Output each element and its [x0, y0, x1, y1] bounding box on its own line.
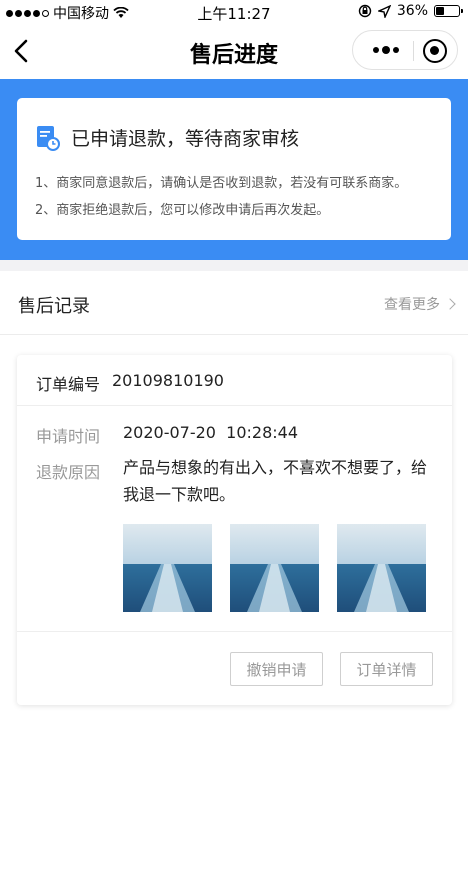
card-divider [17, 631, 452, 632]
refund-reason-label: 退款原因 [36, 463, 101, 482]
cancel-request-button[interactable]: 撤销申请 [230, 652, 323, 686]
view-more-link[interactable]: 查看更多 [384, 294, 456, 314]
order-detail-button[interactable]: 订单详情 [340, 652, 433, 686]
rotation-lock-icon [358, 4, 372, 18]
refund-status-card: 已申请退款，等待商家审核 1、商家同意退款后，请确认是否收到退款，若没有可联系商… [17, 98, 451, 240]
status-bar: 中国移动 上午11:27 36% [0, 0, 468, 24]
chevron-right-icon [444, 298, 456, 310]
status-right: 36% [358, 3, 463, 19]
battery-percent: 36% [396, 3, 428, 19]
location-arrow-icon [377, 4, 391, 18]
refund-reason-value: 产品与想象的有出入，不喜欢不想要了，给我退一下款吧。 [123, 458, 428, 504]
evidence-image-1[interactable] [123, 524, 212, 612]
battery-icon [434, 5, 463, 17]
more-dots-icon[interactable] [367, 31, 405, 69]
order-number-value: 20109810190 [112, 371, 224, 390]
order-number-label: 订单编号 [36, 375, 101, 394]
order-record-card: 订单编号 20109810190 申请时间 2020-07-20 10:28:4… [17, 355, 452, 705]
apply-time-label: 申请时间 [36, 427, 101, 446]
records-header: 售后记录 查看更多 [0, 271, 468, 335]
miniprogram-capsule [352, 30, 458, 70]
close-target-icon[interactable] [423, 39, 447, 63]
order-header: 订单编号 20109810190 [17, 355, 452, 406]
evidence-image-3[interactable] [337, 524, 426, 612]
document-clock-icon [37, 126, 60, 151]
section-spacer [0, 260, 468, 271]
notice-line-2: 2、商家拒绝退款后，您可以修改申请后再次发起。 [35, 203, 330, 218]
records-title: 售后记录 [18, 296, 90, 317]
evidence-image-2[interactable] [230, 524, 319, 612]
apply-time-value: 2020-07-20 10:28:44 [123, 423, 299, 442]
refund-status-title: 已申请退款，等待商家审核 [71, 128, 300, 150]
battery-fill [436, 7, 444, 15]
notice-line-1: 1、商家同意退款后，请确认是否收到退款，若没有可联系商家。 [35, 176, 408, 191]
view-more-label: 查看更多 [384, 297, 440, 313]
capsule-divider [413, 41, 414, 61]
navigation-bar: 售后进度 [0, 24, 468, 79]
